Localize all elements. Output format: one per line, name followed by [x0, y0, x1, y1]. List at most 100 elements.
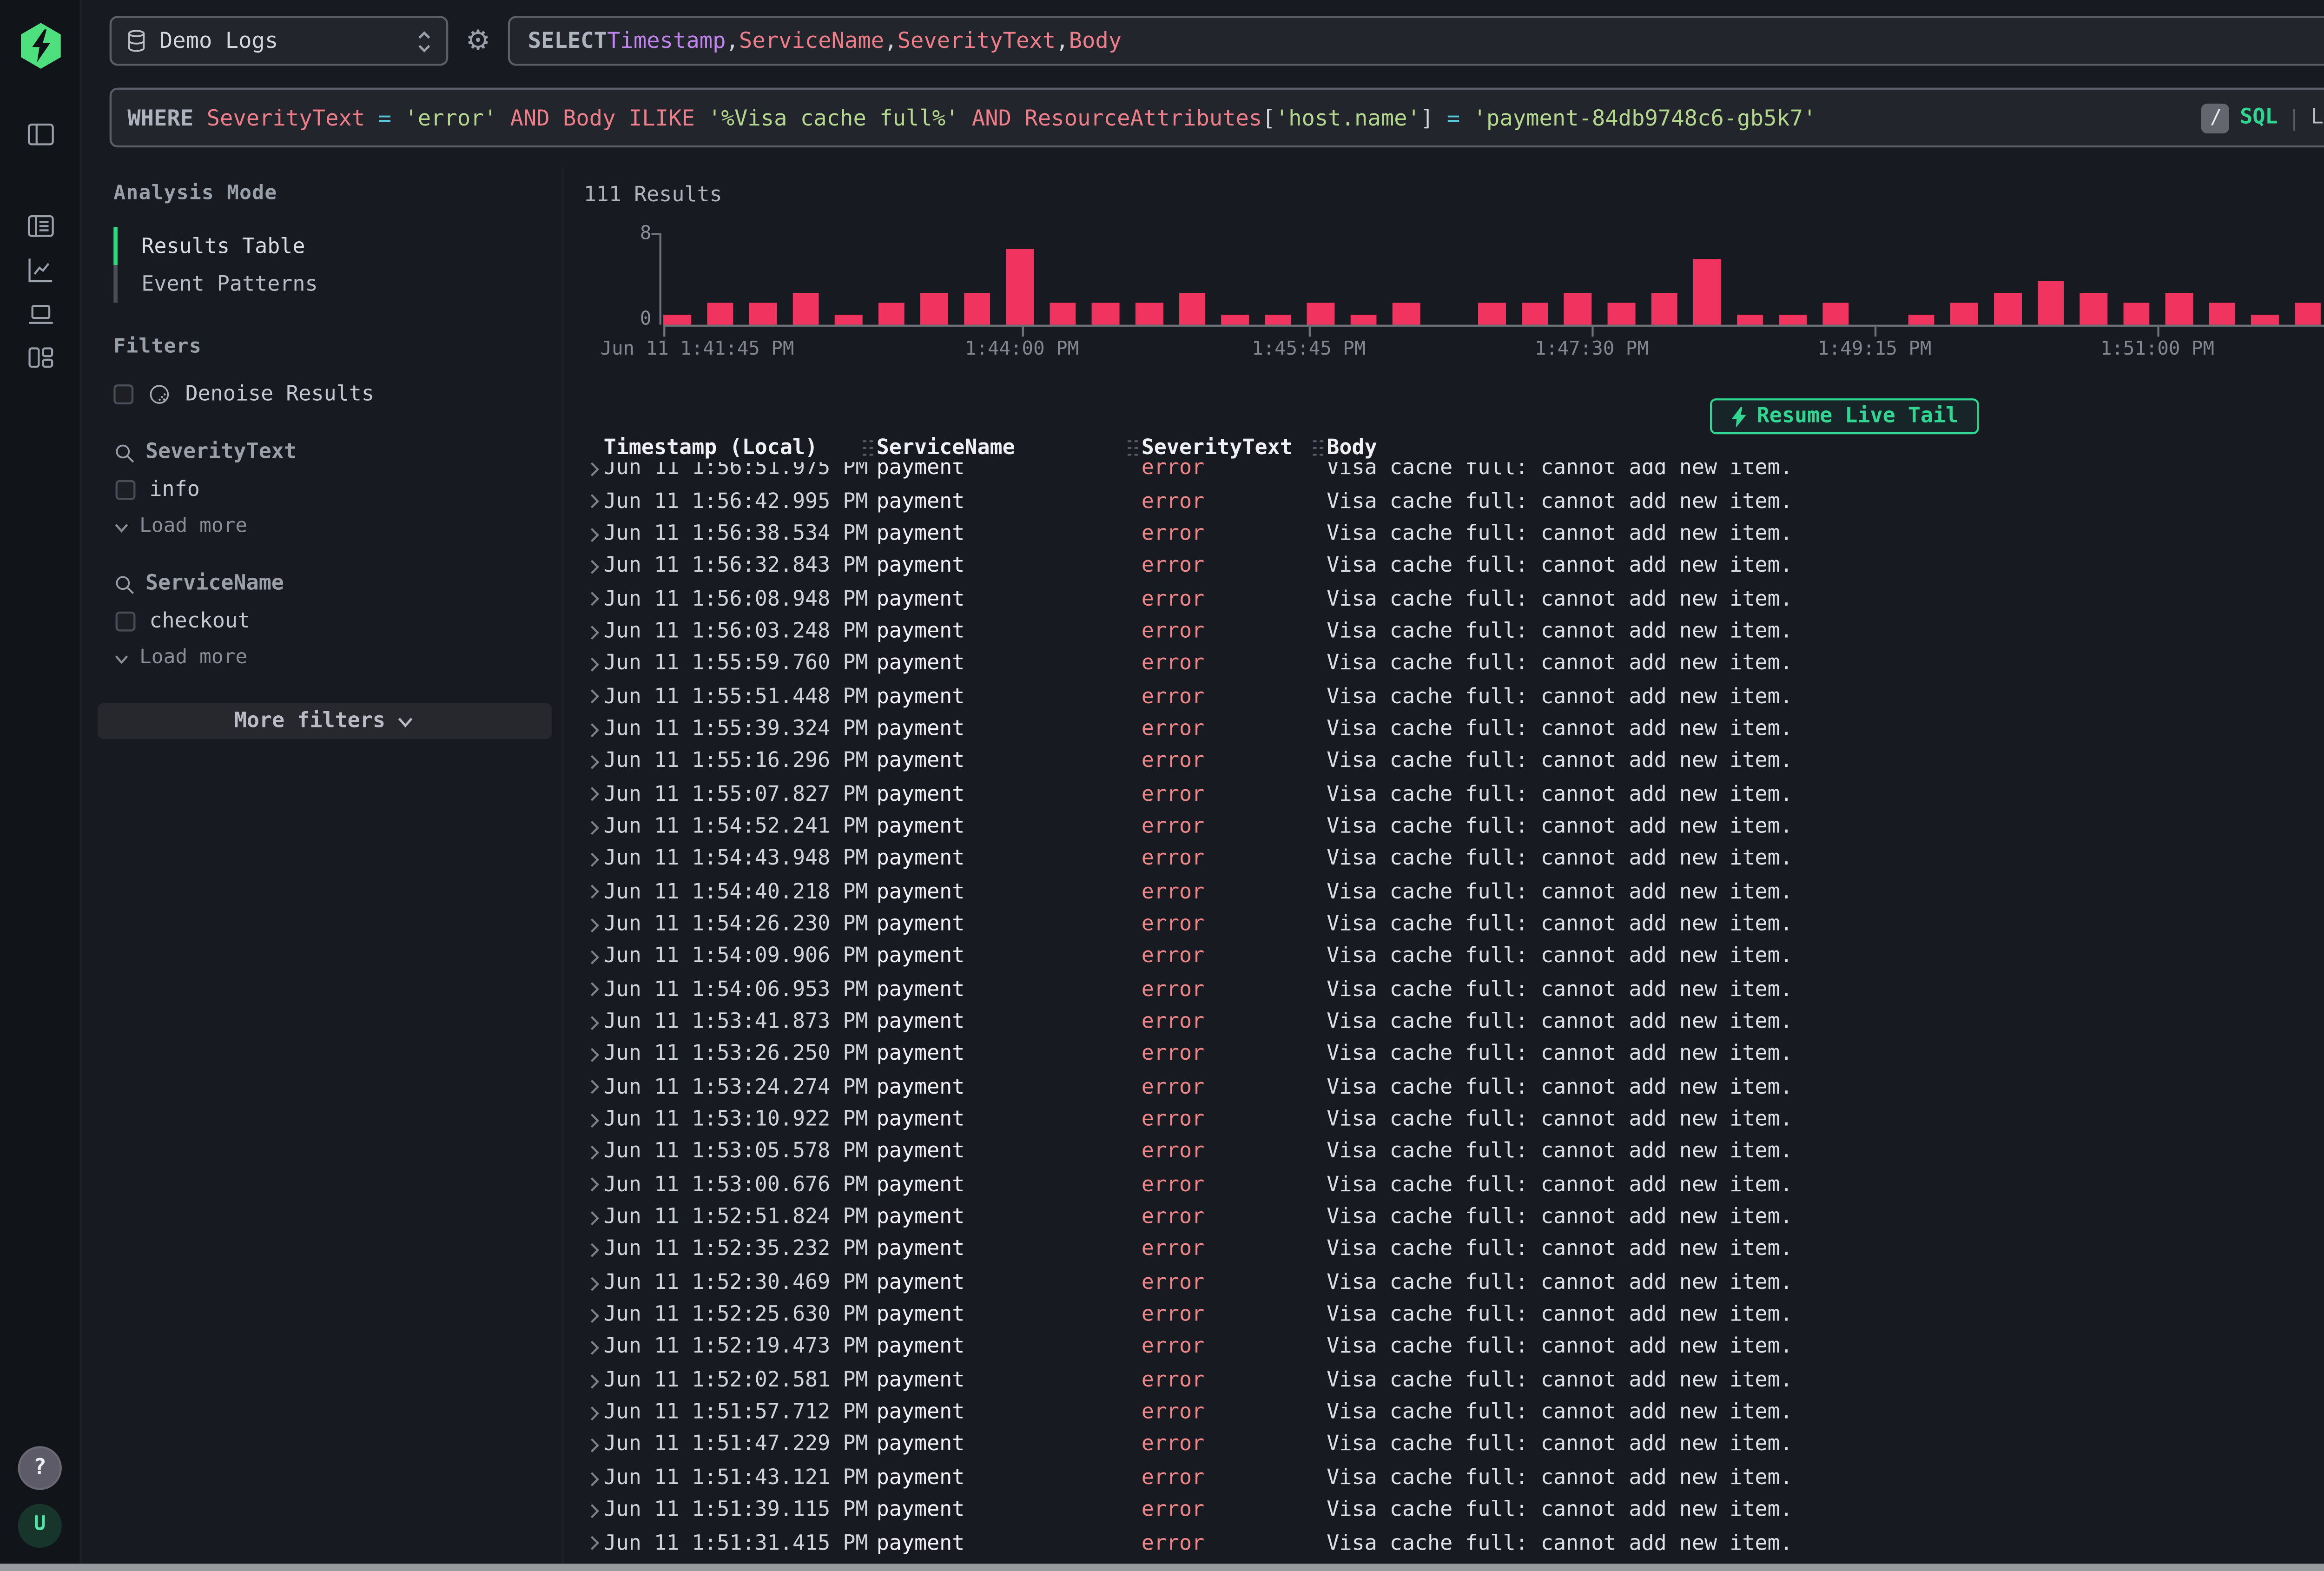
lucene-mode-option[interactable]: Lucene	[2311, 106, 2324, 129]
expand-row-chevron-icon[interactable]	[580, 1310, 603, 1319]
search-icon[interactable]	[113, 573, 135, 594]
log-row[interactable]: Jun 11 1:55:59.760 PMpaymenterrorVisa ca…	[580, 647, 2324, 680]
log-row[interactable]: Jun 11 1:56:08.948 PMpaymenterrorVisa ca…	[580, 582, 2324, 615]
search-icon[interactable]	[113, 441, 135, 463]
expand-row-chevron-icon[interactable]	[580, 1343, 603, 1352]
expand-row-chevron-icon[interactable]	[580, 594, 603, 603]
mode-results-table[interactable]: Results Table	[113, 227, 546, 265]
log-row[interactable]: Jun 11 1:53:05.578 PMpaymenterrorVisa ca…	[580, 1136, 2324, 1168]
log-row[interactable]: Jun 11 1:51:43.121 PMpaymenterrorVisa ca…	[580, 1461, 2324, 1494]
expand-row-chevron-icon[interactable]	[580, 822, 603, 831]
expand-row-chevron-icon[interactable]	[580, 561, 603, 570]
log-row[interactable]: Jun 11 1:52:30.469 PMpaymenterrorVisa ca…	[580, 1266, 2324, 1299]
expand-row-chevron-icon[interactable]	[580, 1408, 603, 1417]
log-row[interactable]: Jun 11 1:56:38.534 PMpaymenterrorVisa ca…	[580, 517, 2324, 550]
column-header-servicename[interactable]: ServiceName	[877, 436, 1126, 460]
log-row[interactable]: Jun 11 1:51:57.712 PMpaymenterrorVisa ca…	[580, 1396, 2324, 1429]
log-row[interactable]: Jun 11 1:55:39.324 PMpaymenterrorVisa ca…	[580, 713, 2324, 745]
expand-row-chevron-icon[interactable]	[580, 627, 603, 635]
log-row[interactable]: Jun 11 1:54:06.953 PMpaymenterrorVisa ca…	[580, 973, 2324, 1006]
search-logs-icon[interactable]	[0, 203, 81, 247]
expand-row-chevron-icon[interactable]	[580, 496, 603, 505]
expand-row-chevron-icon[interactable]	[580, 1506, 603, 1515]
expand-row-chevron-icon[interactable]	[580, 1017, 603, 1026]
expand-row-chevron-icon[interactable]	[580, 952, 603, 961]
expand-row-chevron-icon[interactable]	[580, 1375, 603, 1384]
expand-row-chevron-icon[interactable]	[580, 1245, 603, 1254]
source-select[interactable]: Demo Logs	[110, 16, 449, 66]
expand-row-chevron-icon[interactable]	[580, 660, 603, 668]
denoise-checkbox[interactable]	[113, 384, 133, 404]
expand-row-chevron-icon[interactable]	[580, 1148, 603, 1156]
expand-row-chevron-icon[interactable]	[580, 1115, 603, 1124]
log-row[interactable]: Jun 11 1:56:03.248 PMpaymenterrorVisa ca…	[580, 615, 2324, 647]
log-row[interactable]: Jun 11 1:52:02.581 PMpaymenterrorVisa ca…	[580, 1364, 2324, 1396]
user-avatar[interactable]: U	[18, 1503, 62, 1547]
facet-option-checkout-checkbox[interactable]	[116, 612, 136, 632]
expand-row-chevron-icon[interactable]	[580, 1213, 603, 1221]
expand-row-chevron-icon[interactable]	[580, 757, 603, 766]
sidebar-toggle-icon[interactable]	[0, 112, 81, 155]
log-row[interactable]: Jun 11 1:52:25.630 PMpaymenterrorVisa ca…	[580, 1299, 2324, 1331]
log-row[interactable]: Jun 11 1:56:51.975 PMpaymenterrorVisa ca…	[580, 462, 2324, 485]
log-row[interactable]: Jun 11 1:55:16.296 PMpaymenterrorVisa ca…	[580, 745, 2324, 778]
where-query-input[interactable]: WHERE SeverityText = 'error' AND Body IL…	[110, 88, 2324, 148]
log-row[interactable]: Jun 11 1:56:32.843 PMpaymenterrorVisa ca…	[580, 550, 2324, 582]
expand-row-chevron-icon[interactable]	[580, 1441, 603, 1450]
expand-row-chevron-icon[interactable]	[580, 855, 603, 864]
expand-row-chevron-icon[interactable]	[580, 464, 603, 473]
log-row[interactable]: Jun 11 1:54:09.906 PMpaymenterrorVisa ca…	[580, 941, 2324, 973]
sessions-icon[interactable]	[0, 291, 81, 335]
log-row[interactable]: Jun 11 1:52:35.232 PMpaymenterrorVisa ca…	[580, 1234, 2324, 1266]
expand-row-chevron-icon[interactable]	[580, 1278, 603, 1287]
scrollbar-thumb[interactable]	[0, 1564, 2324, 1571]
facet-option-info[interactable]: info	[113, 478, 546, 502]
log-row[interactable]: Jun 11 1:51:47.229 PMpaymenterrorVisa ca…	[580, 1429, 2324, 1461]
expand-row-chevron-icon[interactable]	[580, 1538, 603, 1547]
log-row[interactable]: Jun 11 1:51:39.115 PMpaymenterrorVisa ca…	[580, 1494, 2324, 1526]
log-row[interactable]: Jun 11 1:52:19.473 PMpaymenterrorVisa ca…	[580, 1331, 2324, 1364]
log-row[interactable]: Jun 11 1:51:31.415 PMpaymenterrorVisa ca…	[580, 1526, 2324, 1559]
log-row[interactable]: Jun 11 1:54:26.230 PMpaymenterrorVisa ca…	[580, 908, 2324, 940]
expand-row-chevron-icon[interactable]	[580, 790, 603, 799]
expand-row-chevron-icon[interactable]	[580, 1473, 603, 1482]
column-resize-handle-icon[interactable]	[860, 439, 876, 457]
expand-row-chevron-icon[interactable]	[580, 725, 603, 733]
log-row[interactable]: Jun 11 1:53:10.922 PMpaymenterrorVisa ca…	[580, 1103, 2324, 1136]
log-row[interactable]: Jun 11 1:53:00.676 PMpaymenterrorVisa ca…	[580, 1168, 2324, 1201]
column-header-timestamp[interactable]: Timestamp (Local)	[604, 436, 861, 460]
mode-event-patterns[interactable]: Event Patterns	[113, 265, 546, 303]
log-row[interactable]: Jun 11 1:55:51.448 PMpaymenterrorVisa ca…	[580, 680, 2324, 713]
column-resize-handle-icon[interactable]	[1125, 439, 1141, 457]
expand-row-chevron-icon[interactable]	[580, 1050, 603, 1059]
source-settings-gear-icon[interactable]: ⚙	[466, 27, 491, 55]
expand-row-chevron-icon[interactable]	[580, 529, 603, 538]
chart-explorer-icon[interactable]	[0, 247, 81, 290]
facet-option-checkout[interactable]: checkout	[113, 609, 546, 633]
log-row[interactable]: Jun 11 1:53:26.250 PMpaymenterrorVisa ca…	[580, 1038, 2324, 1071]
horizontal-scrollbar[interactable]	[0, 1564, 2324, 1571]
expand-row-chevron-icon[interactable]	[580, 985, 603, 994]
log-row[interactable]: Jun 11 1:54:52.241 PMpaymenterrorVisa ca…	[580, 810, 2324, 843]
expand-row-chevron-icon[interactable]	[580, 1180, 603, 1189]
resume-live-tail-button[interactable]: Resume Live Tail	[1709, 398, 1978, 434]
column-header-severitytext[interactable]: SeverityText	[1142, 436, 1311, 460]
log-row[interactable]: Jun 11 1:56:42.995 PMpaymenterrorVisa ca…	[580, 485, 2324, 517]
log-row[interactable]: Jun 11 1:53:41.873 PMpaymenterrorVisa ca…	[580, 1006, 2324, 1038]
log-row[interactable]: Jun 11 1:55:07.827 PMpaymenterrorVisa ca…	[580, 778, 2324, 810]
expand-row-chevron-icon[interactable]	[580, 920, 603, 929]
column-resize-handle-icon[interactable]	[1311, 439, 1327, 457]
log-row[interactable]: Jun 11 1:54:43.948 PMpaymenterrorVisa ca…	[580, 843, 2324, 875]
servicename-load-more[interactable]: Load more	[113, 647, 546, 669]
select-query-input[interactable]: SELECT Timestamp, ServiceName, SeverityT…	[508, 16, 2324, 66]
column-header-body[interactable]: Body	[1327, 436, 2324, 460]
help-button[interactable]: ?	[18, 1446, 62, 1489]
expand-row-chevron-icon[interactable]	[580, 1083, 603, 1091]
log-row[interactable]: Jun 11 1:54:40.218 PMpaymenterrorVisa ca…	[580, 875, 2324, 908]
expand-row-chevron-icon[interactable]	[580, 887, 603, 896]
dashboards-icon[interactable]	[0, 335, 81, 378]
severitytext-load-more[interactable]: Load more	[113, 516, 546, 538]
hyperdx-logo-icon[interactable]	[17, 22, 63, 70]
expand-row-chevron-icon[interactable]	[580, 692, 603, 701]
denoise-results-row[interactable]: Denoise Results	[113, 383, 546, 406]
